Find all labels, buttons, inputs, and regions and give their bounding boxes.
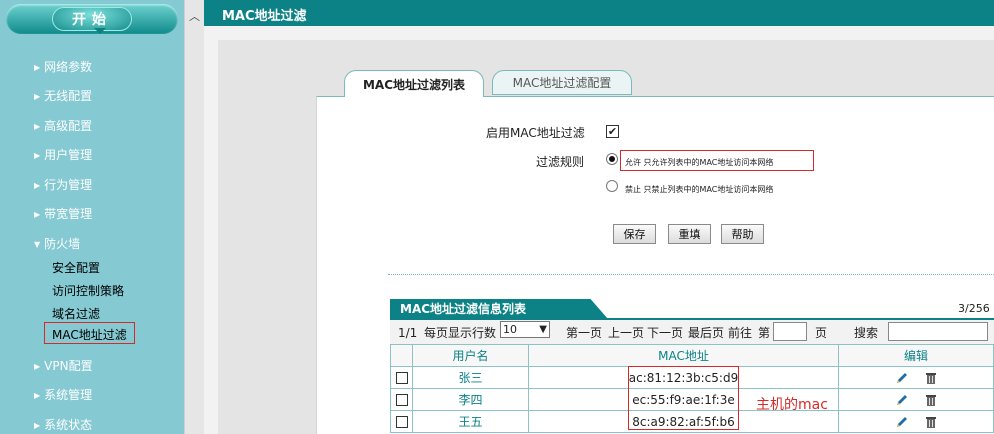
sidebar-item-system[interactable]: ▶ 系统管理: [34, 386, 92, 403]
triangle-right-icon: ▶: [34, 181, 41, 190]
sidebar-item-advanced[interactable]: ▶ 高级配置: [34, 117, 92, 134]
sidebar-item-label: 行为管理: [44, 178, 93, 192]
search-label: 搜索: [854, 326, 879, 340]
triangle-right-icon: ▶: [34, 421, 41, 430]
sidebar-sub-domain-filter[interactable]: 域名过滤: [52, 305, 100, 322]
goto-label: 前往: [728, 326, 753, 340]
start-button[interactable]: 开始: [6, 4, 178, 34]
triangle-right-icon: ▶: [34, 63, 41, 72]
page-title: MAC地址过滤: [222, 9, 307, 24]
deny-option-label: 禁止 只禁止列表中的MAC地址访问本网络: [625, 185, 774, 194]
row-checkbox[interactable]: [395, 372, 408, 384]
sidebar-item-network[interactable]: ▶ 网络参数: [34, 58, 92, 75]
enable-checkbox[interactable]: ✔: [606, 125, 619, 138]
row-select-cell: [390, 388, 413, 411]
per-page-select[interactable]: 10 ▼: [500, 321, 550, 338]
list-title: MAC地址过滤信息列表: [390, 299, 608, 319]
page-prefix: 第: [758, 326, 771, 340]
sidebar-item-bandwidth[interactable]: ▶ 带宽管理: [34, 205, 92, 222]
trash-icon[interactable]: [925, 393, 937, 407]
first-page-link[interactable]: 第一页: [566, 324, 602, 341]
sidebar-item-label: 用户管理: [44, 148, 93, 162]
triangle-right-icon: ▶: [34, 122, 41, 131]
sidebar-item-behavior[interactable]: ▶ 行为管理: [34, 176, 92, 193]
page-suffix: 页: [815, 326, 828, 340]
page-number-input[interactable]: [773, 322, 807, 341]
rule-label: 过滤规则: [536, 155, 585, 169]
sidebar-item-wireless[interactable]: ▶ 无线配置: [34, 87, 92, 104]
last-page-link[interactable]: 最后页: [688, 324, 724, 341]
sidebar-item-label: 系统状态: [44, 418, 93, 432]
save-button[interactable]: 保存: [613, 224, 656, 244]
highlight-box: [628, 366, 739, 430]
triangle-down-icon: ▼: [34, 240, 41, 249]
select-column: [390, 344, 413, 367]
tab-mac-filter-config[interactable]: MAC地址过滤配置: [492, 70, 632, 95]
edit-cell: [838, 366, 994, 389]
sidebar-scrollbar[interactable]: ︿: [184, 0, 204, 434]
header-bar: MAC地址过滤: [204, 0, 994, 26]
triangle-right-icon: ▶: [34, 92, 41, 101]
sidebar-sub-security[interactable]: 安全配置: [52, 259, 100, 276]
trash-icon[interactable]: [925, 371, 937, 385]
reset-button[interactable]: 重填: [668, 224, 711, 244]
sidebar-item-label: VPN配置: [44, 359, 93, 373]
column-header: 用户名: [412, 344, 529, 367]
row-checkbox[interactable]: [395, 394, 408, 406]
pencil-icon[interactable]: [895, 415, 909, 429]
sidebar-item-firewall[interactable]: ▼ 防火墙: [34, 235, 80, 252]
per-page-value: 10: [503, 323, 517, 336]
page-indicator: 1/1: [398, 326, 418, 340]
triangle-right-icon: ▶: [34, 210, 41, 219]
sidebar-item-label: 无线配置: [44, 89, 93, 103]
sidebar-item-status[interactable]: ▶ 系统状态: [34, 416, 92, 433]
tab-mac-filter-list[interactable]: MAC地址过滤列表: [344, 70, 484, 97]
username-cell: 李四: [412, 388, 529, 411]
help-button[interactable]: 帮助: [721, 224, 764, 244]
sidebar-item-label: 高级配置: [44, 119, 93, 133]
column-header: 编辑: [838, 344, 994, 367]
search-input[interactable]: [888, 322, 988, 341]
username-cell: 张三: [412, 366, 529, 389]
allow-radio[interactable]: [606, 153, 618, 165]
start-label: 开始: [52, 7, 132, 31]
row-checkbox[interactable]: [395, 416, 408, 428]
enable-label: 启用MAC地址过滤: [486, 126, 585, 140]
chevron-down-icon: ▼: [539, 324, 547, 335]
sidebar-item-label: 网络参数: [44, 60, 93, 74]
pencil-icon[interactable]: [895, 393, 909, 407]
triangle-right-icon: ▶: [34, 362, 41, 371]
sidebar-item-label: 防火墙: [44, 237, 81, 251]
edit-cell: [838, 388, 994, 411]
row-select-cell: [390, 410, 413, 433]
triangle-right-icon: ▶: [34, 391, 41, 400]
table-header: 用户名 MAC地址 编辑: [390, 344, 994, 367]
sidebar-item-label: 系统管理: [44, 388, 93, 402]
chevron-down-icon: [94, 28, 106, 34]
allow-option-label: 允许 只允许列表中的MAC地址访问本网络: [625, 158, 774, 167]
prev-page-link[interactable]: 上一页: [608, 324, 644, 341]
triangle-right-icon: ▶: [34, 151, 41, 160]
trash-icon[interactable]: [925, 415, 937, 429]
chevron-up-icon[interactable]: ︿: [189, 8, 200, 24]
sidebar: 开始 ▶ 网络参数 ▶ 无线配置 ▶ 高级配置 ▶ 用户管理 ▶ 行为管理 ▶ 带宽管理 ▼…: [0, 0, 184, 434]
column-header: MAC地址: [528, 344, 839, 367]
sidebar-item-users[interactable]: ▶ 用户管理: [34, 146, 92, 163]
pencil-icon[interactable]: [895, 371, 909, 385]
sidebar-item-label: 带宽管理: [44, 207, 93, 221]
sidebar-item-vpn[interactable]: ▶ VPN配置: [34, 357, 93, 374]
divider: [388, 274, 994, 275]
next-page-link[interactable]: 下一页: [647, 324, 683, 341]
annotation-label: 主机的mac: [756, 397, 828, 413]
username-cell: 王五: [412, 410, 529, 433]
per-page-label: 每页显示行数: [424, 326, 497, 340]
entry-count: 3/256: [958, 302, 990, 315]
sidebar-sub-access-control[interactable]: 访问控制策略: [52, 282, 124, 299]
row-select-cell: [390, 366, 413, 389]
edit-cell: [838, 410, 994, 433]
deny-radio[interactable]: [606, 180, 618, 192]
highlight-box: [44, 322, 135, 344]
